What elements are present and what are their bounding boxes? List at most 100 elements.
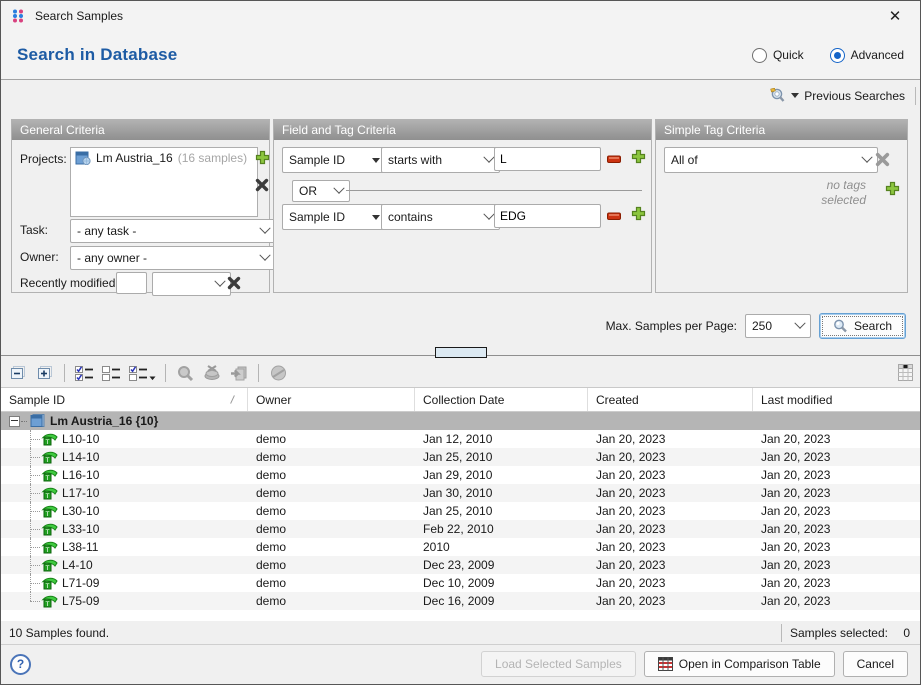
sample-id: L71-09 [62, 576, 99, 590]
find-button-disabled[interactable] [174, 363, 196, 383]
column-header-sample-id[interactable]: Sample ID [1, 388, 248, 411]
group-row[interactable]: Lm Austria_16 {10} [1, 412, 920, 430]
table-row[interactable]: T L14-10 demo Jan 25, 2010 Jan 20, 2023 … [1, 448, 920, 466]
remove-criterion-button-1[interactable] [604, 149, 624, 169]
field-select-2[interactable]: Sample ID [282, 204, 387, 230]
radio-quick-circle[interactable] [752, 48, 767, 63]
deselect-all-button[interactable] [100, 363, 122, 383]
max-samples-value: 250 [752, 319, 772, 333]
collection-date-cell: Jan 25, 2010 [415, 502, 588, 520]
help-icon[interactable]: ? [10, 654, 31, 675]
tree-connector [24, 574, 41, 592]
owner-select[interactable]: - any owner - [70, 246, 276, 270]
recently-modified-label: Recently modified: [20, 276, 119, 290]
clear-tags-button[interactable] [872, 149, 892, 169]
table-row[interactable]: T L17-10 demo Jan 30, 2010 Jan 20, 2023 … [1, 484, 920, 502]
collapse-all-button[interactable] [7, 363, 29, 383]
sample-icon: T [41, 450, 58, 464]
column-header-owner[interactable]: Owner [248, 388, 415, 411]
table-row[interactable]: T L38-11 demo 2010 Jan 20, 2023 Jan 20, … [1, 538, 920, 556]
table-row[interactable]: T L16-10 demo Jan 29, 2010 Jan 20, 2023 … [1, 466, 920, 484]
join-operator-select[interactable]: OR [292, 180, 350, 202]
project-icon [30, 414, 46, 428]
tree-connector [21, 421, 27, 422]
svg-text:T: T [46, 529, 50, 536]
add-criterion-button-1[interactable] [628, 146, 648, 166]
max-samples-select[interactable]: 250 [745, 314, 811, 338]
toolbar-separator [165, 364, 166, 382]
collapse-group-icon[interactable] [9, 416, 20, 427]
svg-text:T: T [46, 583, 50, 590]
chevron-down-icon [259, 250, 270, 261]
search-button[interactable]: Search [819, 313, 906, 339]
open-in-comparison-table-button[interactable]: Open in Comparison Table [644, 651, 835, 677]
radio-advanced-circle[interactable] [830, 48, 845, 63]
column-header-created[interactable]: Created [588, 388, 753, 411]
operator-select-1[interactable]: starts with [381, 147, 500, 173]
table-row[interactable]: T L30-10 demo Jan 25, 2010 Jan 20, 2023 … [1, 502, 920, 520]
web-icon [270, 365, 287, 381]
close-icon[interactable]: ✕ [880, 3, 910, 29]
dropdown-arrow-icon [372, 215, 380, 220]
created-cell: Jan 20, 2023 [588, 484, 753, 502]
samples-selected-count: 0 [896, 626, 910, 640]
radio-quick[interactable]: Quick [752, 48, 804, 63]
operator-value-1: starts with [388, 153, 442, 167]
criteria-value-input-1[interactable] [494, 147, 601, 171]
last-modified-cell: Jan 20, 2023 [753, 502, 920, 520]
previous-searches-band: Previous Searches [1, 80, 920, 111]
projects-listbox[interactable]: Lm Austria_16 (16 samples) [70, 147, 258, 217]
table-body: T L10-10 demo Jan 12, 2010 Jan 20, 2023 … [1, 430, 920, 610]
load-button-disabled[interactable] [201, 363, 223, 383]
table-row[interactable]: T L75-09 demo Dec 16, 2009 Jan 20, 2023 … [1, 592, 920, 610]
task-select[interactable]: - any task - [70, 219, 276, 243]
sample-id: L30-10 [62, 504, 99, 518]
previous-searches-button[interactable]: Previous Searches [764, 86, 911, 105]
svg-text:T: T [46, 457, 50, 464]
remove-project-button[interactable] [252, 175, 272, 195]
project-icon [75, 151, 91, 165]
recently-modified-input[interactable] [116, 272, 147, 294]
remove-criterion-button-2[interactable] [604, 206, 624, 226]
criteria-value-input-2[interactable] [494, 204, 601, 228]
table-row[interactable]: T L71-09 demo Dec 10, 2009 Jan 20, 2023 … [1, 574, 920, 592]
splitter-handle[interactable] [435, 347, 487, 358]
tag-match-select[interactable]: All of [664, 147, 878, 173]
select-all-button[interactable] [73, 363, 95, 383]
table-row[interactable]: T L33-10 demo Feb 22, 2010 Jan 20, 2023 … [1, 520, 920, 538]
cancel-button[interactable]: Cancel [843, 651, 908, 677]
selection-menu-button[interactable] [127, 363, 157, 383]
no-tags-text: no tags selected [808, 178, 866, 208]
table-row[interactable]: T L4-10 demo Dec 23, 2009 Jan 20, 2023 J… [1, 556, 920, 574]
tree-connector [24, 592, 41, 610]
load-selected-samples-button[interactable]: Load Selected Samples [481, 651, 636, 677]
column-settings-button[interactable] [895, 361, 915, 383]
general-criteria-panel: General Criteria Projects: Lm Austria_16… [11, 119, 270, 293]
table-row[interactable]: T L10-10 demo Jan 12, 2010 Jan 20, 2023 … [1, 430, 920, 448]
last-modified-cell: Jan 20, 2023 [753, 448, 920, 466]
add-project-button[interactable] [252, 147, 272, 167]
clear-recently-modified-button[interactable] [224, 273, 244, 293]
operator-select-2[interactable]: contains [381, 204, 500, 230]
field-select-1[interactable]: Sample ID [282, 147, 387, 173]
web-button-disabled[interactable] [267, 363, 289, 383]
simple-tag-criteria-panel: Simple Tag Criteria All of no tags selec… [655, 119, 908, 293]
column-header-collection-date[interactable]: Collection Date [415, 388, 588, 411]
select-all-icon [75, 366, 94, 381]
expand-all-button[interactable] [34, 363, 56, 383]
footer: ? Load Selected Samples Open in Comparis… [1, 644, 920, 684]
chevron-down-icon [794, 318, 805, 329]
tree-connector [24, 430, 41, 448]
owner-cell: demo [248, 520, 415, 538]
add-criterion-button-2[interactable] [628, 203, 648, 223]
column-header-last-modified[interactable]: Last modified [753, 388, 920, 411]
radio-advanced[interactable]: Advanced [830, 48, 904, 63]
project-item[interactable]: Lm Austria_16 (16 samples) [75, 151, 253, 165]
sample-id: L38-11 [62, 540, 98, 554]
sample-id: L16-10 [62, 468, 99, 482]
add-tag-button[interactable] [882, 178, 902, 198]
recently-modified-unit-select[interactable] [152, 272, 231, 296]
export-button-disabled[interactable] [228, 363, 250, 383]
owner-label: Owner: [20, 250, 59, 264]
sample-icon: T [41, 432, 58, 446]
